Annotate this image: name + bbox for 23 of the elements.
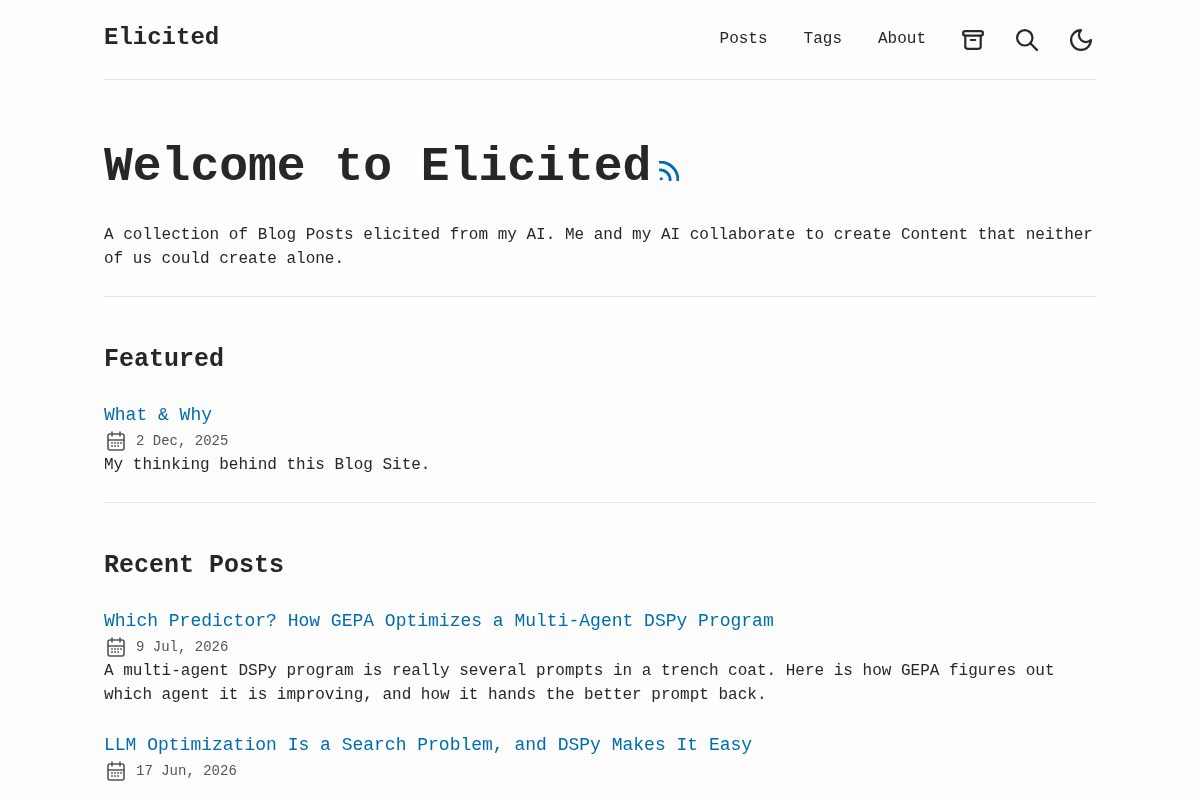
calendar-icon	[107, 431, 125, 451]
section-heading: Recent Posts	[104, 550, 285, 582]
post-date: 17 Jun, 2026	[136, 762, 237, 781]
nav-link[interactable]: About	[878, 26, 926, 51]
calendar-icon	[107, 761, 125, 781]
post-summary: My thinking behind this Blog Site.	[104, 455, 432, 476]
post-title-link[interactable]: Which Predictor? How GEPA Optimizes a Multi-Agent DSPy Program	[104, 607, 774, 635]
nav-link[interactable]: Posts	[719, 26, 768, 51]
archive-icon	[962, 28, 984, 51]
calendar-icon	[107, 637, 125, 657]
post-date: 9 Jul, 2026	[136, 638, 229, 657]
site-logo[interactable]: Elicited	[104, 21, 220, 54]
rss-icon[interactable]	[659, 161, 680, 181]
site-description: A collection of Blog Posts elicited from my AI. Me and my AI collaborate to create Content that neither of us could create alone.	[104, 225, 1094, 270]
post-title-link[interactable]: What & Why	[104, 401, 213, 429]
post-summary: A multi-agent DSPy program is really several prompts in a trench coat. Here is how GEPA figures out which agent it is improving, and how it hands the better prompt back.	[104, 661, 1056, 706]
section-heading: Featured	[104, 344, 225, 376]
search-icon	[1016, 28, 1038, 51]
moon-icon	[1070, 28, 1092, 51]
post-title-link[interactable]: LLM Optimization Is a Search Problem, and DSPy Makes It Easy	[104, 731, 753, 759]
page-title: Welcome to Elicited	[104, 139, 652, 196]
post-date: 2 Dec, 2025	[136, 432, 229, 451]
nav-link[interactable]: Tags	[803, 26, 842, 51]
